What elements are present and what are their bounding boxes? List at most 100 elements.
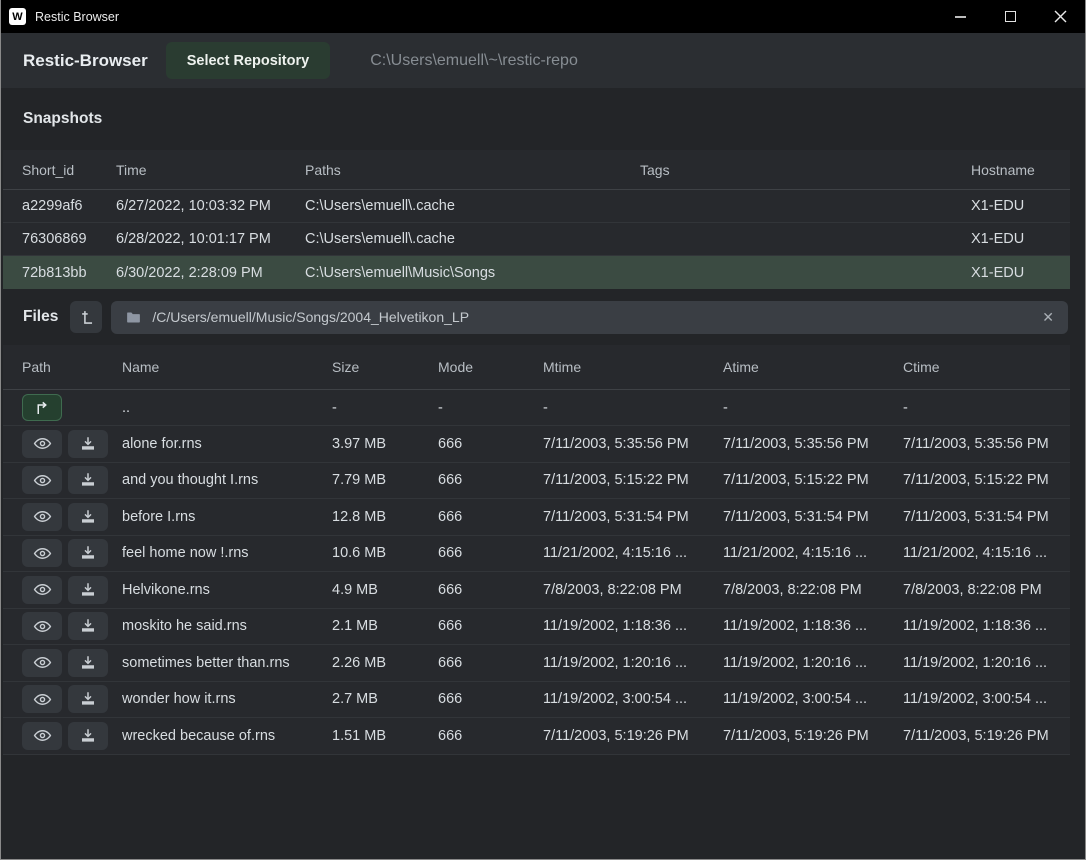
eye-icon: [33, 690, 52, 709]
file-ctime: 7/11/2003, 5:15:22 PM: [903, 472, 1070, 488]
file-mtime: 7/11/2003, 5:31:54 PM: [543, 509, 723, 525]
restore-file-button[interactable]: [68, 649, 108, 677]
file-mode: 666: [438, 472, 543, 488]
restore-file-button[interactable]: [68, 722, 108, 750]
file-row[interactable]: wrecked because of.rns 1.51 MB 666 7/11/…: [3, 718, 1070, 755]
preview-file-button[interactable]: [22, 649, 62, 677]
files-column-mode: Mode: [438, 359, 543, 375]
file-mtime: 7/8/2003, 8:22:08 PM: [543, 582, 723, 598]
files-header-row: Path Name Size Mode Mtime Atime Ctime: [3, 345, 1070, 390]
file-atime: 7/11/2003, 5:31:54 PM: [723, 509, 903, 525]
maximize-icon: [1005, 11, 1016, 22]
eye-icon: [33, 471, 52, 490]
restore-file-button[interactable]: [68, 612, 108, 640]
file-atime: 11/19/2002, 1:20:16 ...: [723, 655, 903, 671]
go-up-button[interactable]: [22, 394, 62, 421]
file-ctime: 7/11/2003, 5:31:54 PM: [903, 509, 1070, 525]
file-ctime: 11/19/2002, 1:20:16 ...: [903, 655, 1070, 671]
files-column-ctime: Ctime: [903, 359, 1070, 375]
file-name: alone for.rns: [122, 436, 332, 452]
eye-icon: [33, 434, 52, 453]
preview-file-button[interactable]: [22, 430, 62, 458]
restore-file-button[interactable]: [68, 576, 108, 604]
current-path: /C/Users/emuell/Music/Songs/2004_Helveti…: [152, 309, 469, 325]
snapshots-column-short-id: Short_id: [22, 162, 116, 178]
maximize-button[interactable]: [985, 0, 1035, 33]
files-column-path: Path: [22, 359, 122, 375]
snapshots-header-row: Short_id Time Paths Tags Hostname: [3, 150, 1070, 190]
file-tree-toggle-button[interactable]: [70, 301, 102, 333]
file-atime: 7/11/2003, 5:35:56 PM: [723, 436, 903, 452]
close-button[interactable]: [1035, 0, 1085, 33]
file-mtime: 11/21/2002, 4:15:16 ...: [543, 545, 723, 561]
snapshots-table: Short_id Time Paths Tags Hostname a2299a…: [3, 150, 1070, 289]
file-ctime: -: [903, 400, 1070, 416]
preview-file-button[interactable]: [22, 612, 62, 640]
file-ctime: 7/11/2003, 5:35:56 PM: [903, 436, 1070, 452]
snapshot-row[interactable]: a2299af6 6/27/2022, 10:03:32 PM C:\Users…: [3, 190, 1070, 223]
restore-file-button[interactable]: [68, 539, 108, 567]
file-name: ..: [122, 400, 332, 416]
file-size: 2.26 MB: [332, 655, 438, 671]
file-name: before I.rns: [122, 509, 332, 525]
snapshots-section-header: Snapshots: [1, 88, 1085, 150]
eye-icon: [33, 507, 52, 526]
file-row[interactable]: feel home now !.rns 10.6 MB 666 11/21/20…: [3, 536, 1070, 573]
restore-file-button[interactable]: [68, 685, 108, 713]
files-column-mtime: Mtime: [543, 359, 723, 375]
files-section-header: Files /C/Users/emuell/Music/Songs/2004_H…: [1, 289, 1085, 345]
file-mode: 666: [438, 655, 543, 671]
parent-directory-row[interactable]: .. - - - - -: [3, 390, 1070, 426]
file-size: 4.9 MB: [332, 582, 438, 598]
file-row[interactable]: Helvikone.rns 4.9 MB 666 7/8/2003, 8:22:…: [3, 572, 1070, 609]
preview-file-button[interactable]: [22, 722, 62, 750]
preview-file-button[interactable]: [22, 576, 62, 604]
restore-file-button[interactable]: [68, 503, 108, 531]
file-ctime: 11/19/2002, 1:18:36 ...: [903, 618, 1070, 634]
snapshot-hostname: X1-EDU: [971, 231, 1070, 247]
clear-path-button[interactable]: ✕: [1032, 310, 1054, 324]
file-mtime: 11/19/2002, 3:00:54 ...: [543, 691, 723, 707]
eye-icon: [33, 544, 52, 563]
file-mode: 666: [438, 618, 543, 634]
file-ctime: 7/8/2003, 8:22:08 PM: [903, 582, 1070, 598]
repository-path: C:\Users\emuell\~\restic-repo: [370, 52, 578, 70]
files-column-atime: Atime: [723, 359, 903, 375]
file-size: 10.6 MB: [332, 545, 438, 561]
eye-icon: [33, 580, 52, 599]
file-mode: 666: [438, 509, 543, 525]
file-atime: 7/8/2003, 8:22:08 PM: [723, 582, 903, 598]
download-icon: [79, 690, 97, 708]
file-row[interactable]: sometimes better than.rns 2.26 MB 666 11…: [3, 645, 1070, 682]
files-title: Files: [23, 308, 58, 326]
preview-file-button[interactable]: [22, 503, 62, 531]
snapshot-row[interactable]: 76306869 6/28/2022, 10:01:17 PM C:\Users…: [3, 223, 1070, 256]
file-row[interactable]: moskito he said.rns 2.1 MB 666 11/19/200…: [3, 609, 1070, 646]
file-path-bar[interactable]: /C/Users/emuell/Music/Songs/2004_Helveti…: [111, 301, 1068, 334]
preview-file-button[interactable]: [22, 466, 62, 494]
eye-icon: [33, 653, 52, 672]
file-row[interactable]: alone for.rns 3.97 MB 666 7/11/2003, 5:3…: [3, 426, 1070, 463]
minimize-button[interactable]: [935, 0, 985, 33]
eye-icon: [33, 726, 52, 745]
select-repository-button[interactable]: Select Repository: [166, 42, 331, 79]
snapshot-hostname: X1-EDU: [971, 198, 1070, 214]
file-row[interactable]: before I.rns 12.8 MB 666 7/11/2003, 5:31…: [3, 499, 1070, 536]
snapshot-row[interactable]: 72b813bb 6/30/2022, 2:28:09 PM C:\Users\…: [3, 256, 1070, 289]
close-icon: [1054, 10, 1067, 23]
preview-file-button[interactable]: [22, 685, 62, 713]
file-mtime: 11/19/2002, 1:18:36 ...: [543, 618, 723, 634]
file-row[interactable]: wonder how it.rns 2.7 MB 666 11/19/2002,…: [3, 682, 1070, 719]
file-size: 12.8 MB: [332, 509, 438, 525]
file-size: 2.7 MB: [332, 691, 438, 707]
preview-file-button[interactable]: [22, 539, 62, 567]
titlebar: W Restic Browser: [1, 0, 1085, 33]
file-atime: 7/11/2003, 5:15:22 PM: [723, 472, 903, 488]
restore-file-button[interactable]: [68, 430, 108, 458]
snapshot-time: 6/30/2022, 2:28:09 PM: [116, 265, 305, 281]
file-row[interactable]: and you thought I.rns 7.79 MB 666 7/11/2…: [3, 463, 1070, 500]
snapshot-time: 6/27/2022, 10:03:32 PM: [116, 198, 305, 214]
eye-icon: [33, 617, 52, 636]
file-name: feel home now !.rns: [122, 545, 332, 561]
restore-file-button[interactable]: [68, 466, 108, 494]
